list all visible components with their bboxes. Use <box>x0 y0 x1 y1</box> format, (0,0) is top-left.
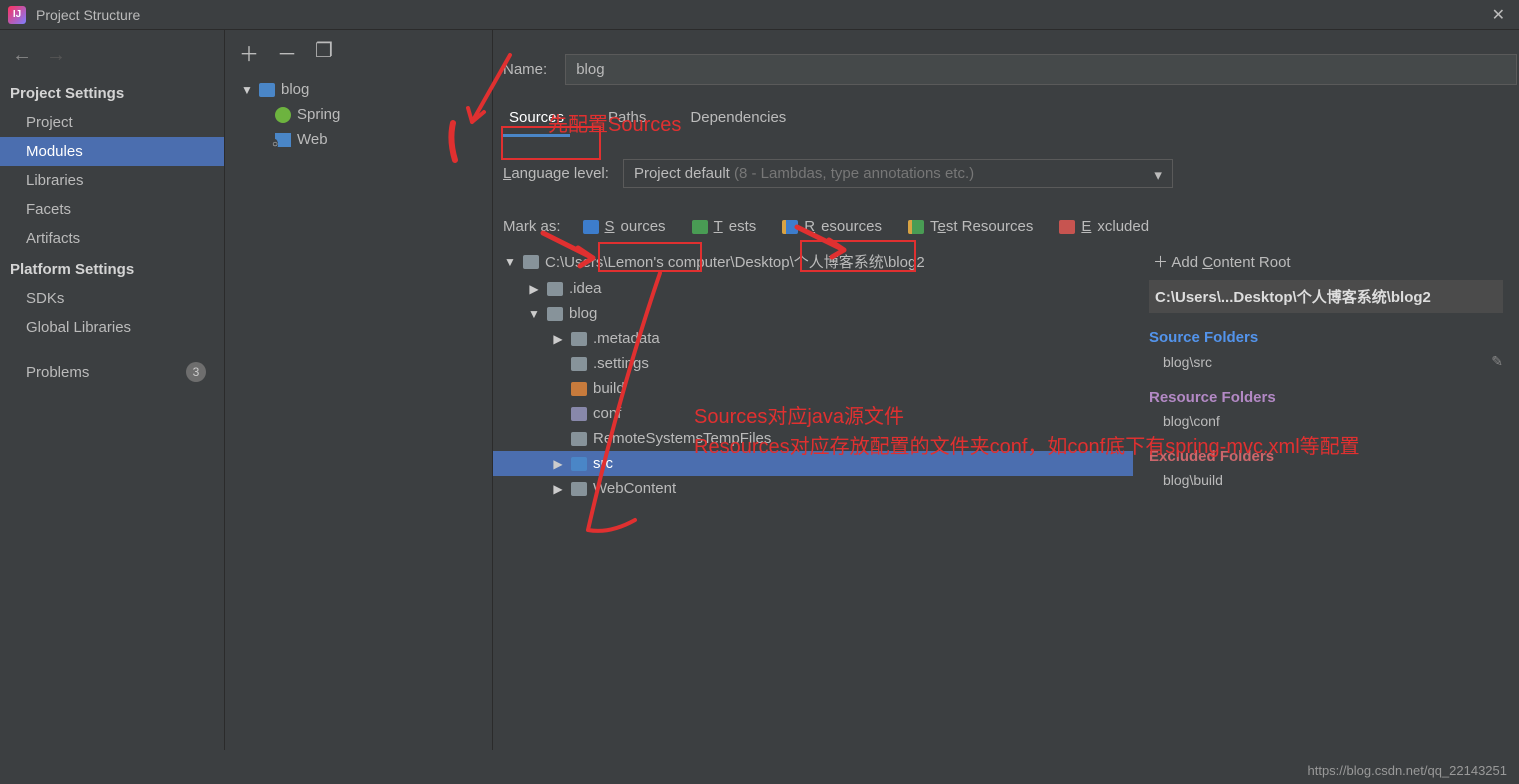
dir-settings[interactable]: .settings <box>493 351 1133 376</box>
source-folders-header: Source Folders <box>1149 325 1503 350</box>
edit-icon[interactable]: ✎ <box>1491 353 1503 370</box>
nav-global-libraries[interactable]: Global Libraries <box>0 313 224 342</box>
spring-icon <box>275 107 291 123</box>
dir-metadata[interactable]: ▶.metadata <box>493 326 1133 351</box>
window-title: Project Structure <box>36 7 140 23</box>
tab-dependencies[interactable]: Dependencies <box>684 103 792 137</box>
nav-arrows: ← → <box>0 38 224 77</box>
tab-sources[interactable]: Sources <box>503 103 570 137</box>
module-icon <box>259 83 275 97</box>
mark-test-resources-button[interactable]: Test Resources <box>904 216 1037 237</box>
mark-as-row: Mark as: Sources Tests Resources Test Re… <box>503 216 1519 237</box>
excluded-folder-item[interactable]: blog\build <box>1149 469 1503 491</box>
dir-webcontent[interactable]: ▶WebContent <box>493 476 1133 501</box>
forward-icon[interactable]: → <box>46 44 66 67</box>
language-level-label: LLanguage level:anguage level: <box>503 165 609 182</box>
dir-build[interactable]: build <box>493 376 1133 401</box>
mark-as-label: Mark as: <box>503 218 561 235</box>
module-web[interactable]: Web <box>231 127 486 152</box>
footer-url: https://blog.csdn.net/qq_22143251 <box>1308 763 1508 778</box>
tab-paths[interactable]: Paths <box>602 103 652 137</box>
module-label: blog <box>281 81 309 98</box>
module-tree-panel: ＋ － ❐ ▼ blog Spring Web <box>225 30 493 750</box>
add-module-icon[interactable]: ＋ <box>239 38 259 67</box>
dir-conf[interactable]: conf <box>493 401 1133 426</box>
mark-resources-button[interactable]: Resources <box>778 216 886 237</box>
source-folder-item[interactable]: blog\src✎ <box>1149 350 1503 373</box>
close-icon[interactable]: ✕ <box>1486 5 1511 25</box>
problems-badge: 3 <box>186 362 206 382</box>
dir-root[interactable]: ▼C:\Users\Lemon's computer\Desktop\个人博客系… <box>493 247 1133 276</box>
resource-folders-header: Resource Folders <box>1149 385 1503 410</box>
excluded-folders-header: Excluded Folders <box>1149 444 1503 469</box>
dir-rst[interactable]: RemoteSystemsTempFiles <box>493 426 1133 451</box>
add-content-root-button[interactable]: ＋ Add Content Root <box>1149 247 1503 280</box>
module-details: Name: Sources Paths Dependencies LLangua… <box>493 30 1519 750</box>
dir-src[interactable]: ▶src <box>493 451 1133 476</box>
section-project-settings: Project Settings <box>0 77 224 108</box>
titlebar: IJ Project Structure ✕ <box>0 0 1519 30</box>
nav-sdks[interactable]: SDKs <box>0 284 224 313</box>
nav-modules[interactable]: Modules <box>0 137 224 166</box>
resource-folder-item[interactable]: blog\conf <box>1149 410 1503 432</box>
nav-artifacts[interactable]: Artifacts <box>0 224 224 253</box>
content-root-panel: ＋ Add Content Root C:\Users\...Desktop\个… <box>1133 247 1513 501</box>
app-logo-icon: IJ <box>8 6 26 24</box>
module-spring[interactable]: Spring <box>231 102 486 127</box>
web-icon <box>275 133 291 147</box>
dir-idea[interactable]: ▶.idea <box>493 276 1133 301</box>
nav-libraries[interactable]: Libraries <box>0 166 224 195</box>
directory-tree: ▼C:\Users\Lemon's computer\Desktop\个人博客系… <box>493 247 1133 501</box>
name-input[interactable] <box>565 54 1517 85</box>
copy-module-icon[interactable]: ❐ <box>315 38 333 67</box>
mark-sources-button[interactable]: Sources <box>579 216 670 237</box>
expand-icon[interactable]: ▼ <box>241 83 253 97</box>
left-sidebar: ← → Project Settings Project Modules Lib… <box>0 30 225 750</box>
mark-tests-button[interactable]: Tests <box>688 216 761 237</box>
content-root-path[interactable]: C:\Users\...Desktop\个人博客系统\blog2 <box>1149 280 1503 313</box>
section-platform-settings: Platform Settings <box>0 253 224 284</box>
remove-module-icon[interactable]: － <box>277 38 297 67</box>
mark-excluded-button[interactable]: Excluded <box>1055 216 1153 237</box>
back-icon[interactable]: ← <box>12 44 32 67</box>
nav-project[interactable]: Project <box>0 108 224 137</box>
module-blog[interactable]: ▼ blog <box>231 77 486 102</box>
nav-problems[interactable]: Problems 3 <box>0 356 224 388</box>
module-tabs: Sources Paths Dependencies <box>503 103 1519 137</box>
name-label: Name: <box>503 61 547 78</box>
language-level-dropdown[interactable]: Project default (8 - Lambdas, type annot… <box>623 159 1173 188</box>
dir-blog[interactable]: ▼blog <box>493 301 1133 326</box>
nav-facets[interactable]: Facets <box>0 195 224 224</box>
